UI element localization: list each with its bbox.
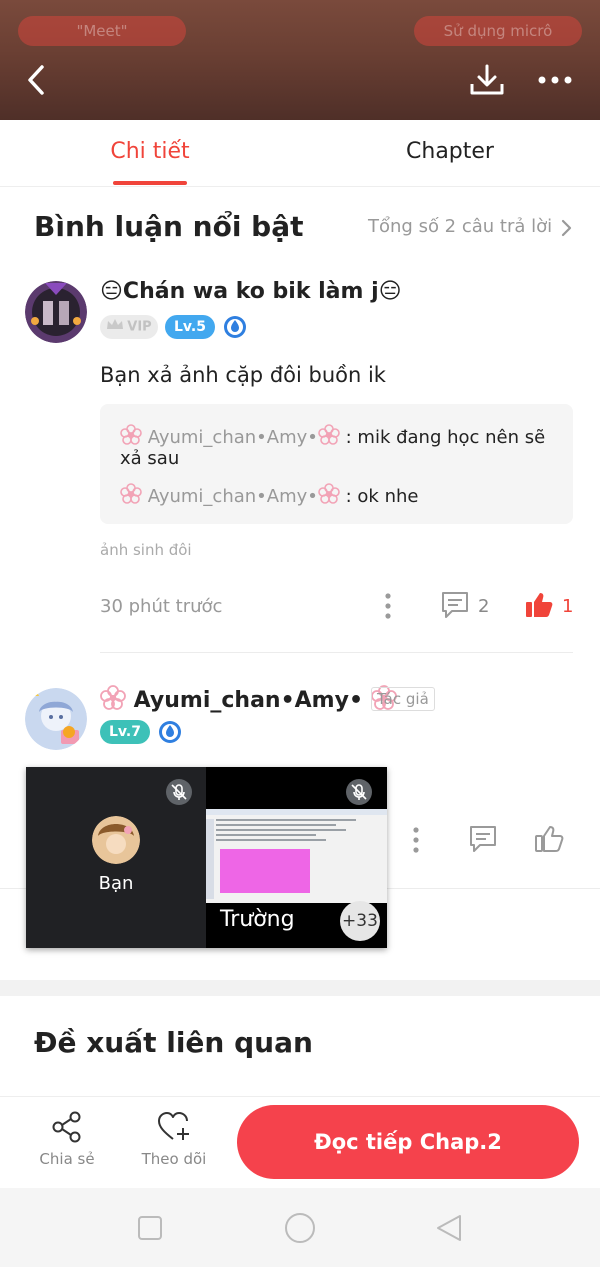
triangle-back-icon	[437, 1215, 461, 1241]
comment-tag[interactable]: ảnh sinh đôi	[100, 541, 192, 559]
thumbs-up-icon	[535, 826, 564, 852]
like-button[interactable]	[534, 824, 566, 858]
more-options-button[interactable]	[536, 68, 574, 92]
comment-username[interactable]: Ayumi_chan•Amy•	[100, 685, 397, 717]
square-icon	[138, 1216, 162, 1240]
self-label: Bạn	[98, 873, 134, 894]
like-button[interactable]	[524, 590, 554, 624]
comment-text: Bạn xả ảnh cặp đôi buồn ik	[100, 363, 386, 387]
comment-more-button[interactable]	[410, 826, 422, 858]
back-button[interactable]	[22, 62, 54, 98]
share-label: Chia sẻ	[39, 1150, 95, 1168]
avatar-image	[25, 281, 87, 343]
continue-reading-button[interactable]: Đọc tiếp Chap.2	[237, 1105, 579, 1179]
participant-label: Trường	[220, 907, 295, 932]
tab-details[interactable]: Chi tiết	[90, 120, 210, 186]
more-horizontal-icon	[538, 76, 572, 84]
mic-off-icon	[346, 779, 372, 805]
microphone-indicator: Sử dụng micrô	[414, 16, 582, 46]
total-replies-label: Tổng số 2 câu trả lời	[368, 216, 553, 237]
featured-comments-title: Bình luận nổi bật	[34, 210, 304, 243]
download-button[interactable]	[468, 62, 506, 98]
flower-icon	[120, 483, 142, 510]
flower-icon	[318, 424, 340, 451]
comment-more-button[interactable]	[382, 592, 394, 624]
reply-button[interactable]	[468, 824, 498, 858]
share-button[interactable]: Chia sẻ	[22, 1110, 112, 1168]
share-icon	[52, 1111, 81, 1143]
more-participants-badge[interactable]: +33	[340, 901, 380, 941]
chevron-left-icon	[28, 65, 44, 95]
tab-active-indicator	[113, 181, 187, 185]
reply-continuation: xả sau	[120, 448, 180, 469]
comment-timestamp: 30 phút trước	[100, 596, 223, 617]
more-vertical-icon	[385, 593, 391, 619]
circle-icon	[285, 1213, 315, 1243]
chevron-right-icon	[560, 219, 572, 241]
like-count: 1	[562, 596, 574, 617]
reply-item: Ayumi_chan•Amy• : mik đang học nên sẽ	[120, 424, 545, 451]
level-badge: Lv.7	[100, 720, 150, 744]
verified-drop-icon	[223, 315, 247, 343]
back-nav-button[interactable]	[436, 1214, 464, 1246]
comment-divider	[100, 652, 573, 653]
self-avatar	[92, 816, 140, 864]
flower-icon	[100, 685, 126, 717]
comment-username[interactable]: 😑Chán wa ko bik làm j😑	[100, 279, 402, 304]
reply-count: 2	[478, 596, 490, 617]
self-video-tile[interactable]: Bạn	[26, 767, 206, 948]
shared-screen-preview	[206, 809, 387, 903]
reply-item: Ayumi_chan•Amy• : ok nhe	[120, 483, 418, 510]
section-spacer	[0, 980, 600, 996]
flower-icon	[318, 483, 340, 510]
tab-chapter[interactable]: Chapter	[390, 120, 510, 186]
participant-video-tile[interactable]: Trường +33	[206, 767, 387, 948]
home-button[interactable]	[284, 1212, 316, 1248]
replies-box[interactable]: Ayumi_chan•Amy• : mik đang học nên sẽ xả…	[100, 404, 573, 524]
reply-button[interactable]	[440, 590, 470, 624]
recents-button[interactable]	[138, 1216, 162, 1244]
vip-badge: VIP	[100, 315, 158, 339]
header-bar: "Meet" Sử dụng micrô	[0, 0, 600, 120]
meet-indicator: "Meet"	[18, 16, 186, 46]
author-tag: Tác giả	[371, 687, 435, 711]
heart-plus-icon	[158, 1112, 189, 1140]
verified-drop-icon	[158, 720, 182, 748]
follow-button[interactable]: Theo dõi	[129, 1110, 219, 1168]
avatar-image	[25, 688, 87, 750]
mic-off-icon	[166, 779, 192, 805]
download-icon	[470, 64, 504, 95]
more-vertical-icon	[413, 827, 419, 853]
level-badge: Lv.5	[165, 315, 215, 339]
related-title: Đề xuất liên quan	[34, 1026, 313, 1059]
comment-icon	[442, 592, 468, 618]
user-avatar[interactable]	[25, 688, 87, 750]
tab-bar: Chi tiết Chapter	[0, 120, 600, 187]
flower-icon	[120, 424, 142, 451]
video-call-overlay[interactable]: Bạn Trường +33	[26, 767, 387, 948]
comment-icon	[470, 826, 496, 852]
total-replies-link[interactable]: Tổng số 2 câu trả lời	[368, 216, 552, 237]
user-avatar[interactable]	[25, 281, 87, 343]
follow-label: Theo dõi	[141, 1150, 207, 1168]
system-nav-bar	[0, 1188, 600, 1267]
thumbs-up-icon	[526, 593, 553, 617]
crown-icon	[106, 315, 124, 339]
